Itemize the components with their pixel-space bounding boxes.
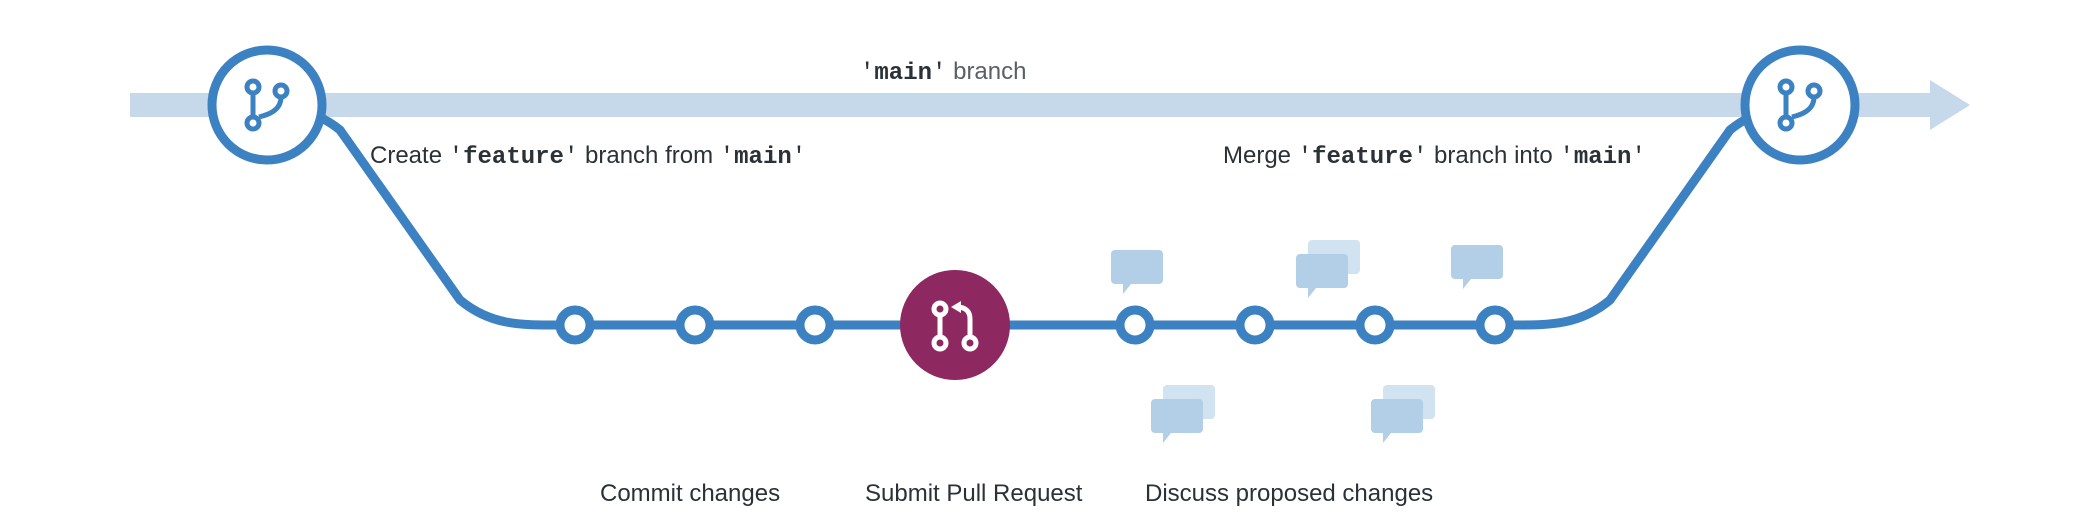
- commit-node: [560, 310, 590, 340]
- quote: ': [1413, 144, 1427, 171]
- feature-name: feature: [1312, 144, 1413, 171]
- end-node: [1745, 50, 1855, 160]
- quote: ': [1631, 144, 1645, 171]
- git-flow-diagram: [0, 0, 2098, 528]
- discuss-node: [1120, 310, 1150, 340]
- speech-bubble-icon: [1111, 250, 1163, 294]
- quote: ': [564, 144, 578, 171]
- main-name: main: [1574, 144, 1632, 171]
- main-branch-label: 'main' branch: [860, 58, 1026, 87]
- discuss-changes-label: Discuss proposed changes: [1145, 480, 1433, 508]
- merge-branch-label: Merge 'feature' branch into 'main': [1223, 142, 1646, 171]
- text: branch into: [1427, 142, 1559, 169]
- discuss-node: [1480, 310, 1510, 340]
- quote: ': [792, 144, 806, 171]
- branch-suffix: branch: [946, 58, 1026, 85]
- submit-pr-label: Submit Pull Request: [865, 480, 1082, 508]
- commit-node: [680, 310, 710, 340]
- start-node: [212, 50, 322, 160]
- speech-bubbles: [1111, 240, 1503, 443]
- speech-bubble-icon: [1451, 245, 1503, 289]
- discuss-node: [1360, 310, 1390, 340]
- quote: ': [720, 144, 734, 171]
- quote: ': [860, 60, 874, 87]
- feature-branch-path: [267, 105, 1800, 325]
- speech-bubble-double-icon: [1296, 240, 1360, 298]
- commit-changes-label: Commit changes: [600, 480, 780, 508]
- speech-bubble-double-icon: [1371, 385, 1435, 443]
- quote: ': [449, 144, 463, 171]
- quote: ': [1559, 144, 1573, 171]
- discuss-node: [1240, 310, 1270, 340]
- quote: ': [932, 60, 946, 87]
- feature-name: feature: [463, 144, 564, 171]
- main-branch-arrow: [130, 80, 1970, 130]
- quote: ': [1298, 144, 1312, 171]
- main-name: main: [734, 144, 792, 171]
- text: Create: [370, 142, 449, 169]
- pull-request-node: [900, 270, 1010, 380]
- speech-bubble-double-icon: [1151, 385, 1215, 443]
- create-branch-label: Create 'feature' branch from 'main': [370, 142, 806, 171]
- main-branch-name: main: [874, 60, 932, 87]
- commit-node: [800, 310, 830, 340]
- text: branch from: [578, 142, 719, 169]
- text: Merge: [1223, 142, 1298, 169]
